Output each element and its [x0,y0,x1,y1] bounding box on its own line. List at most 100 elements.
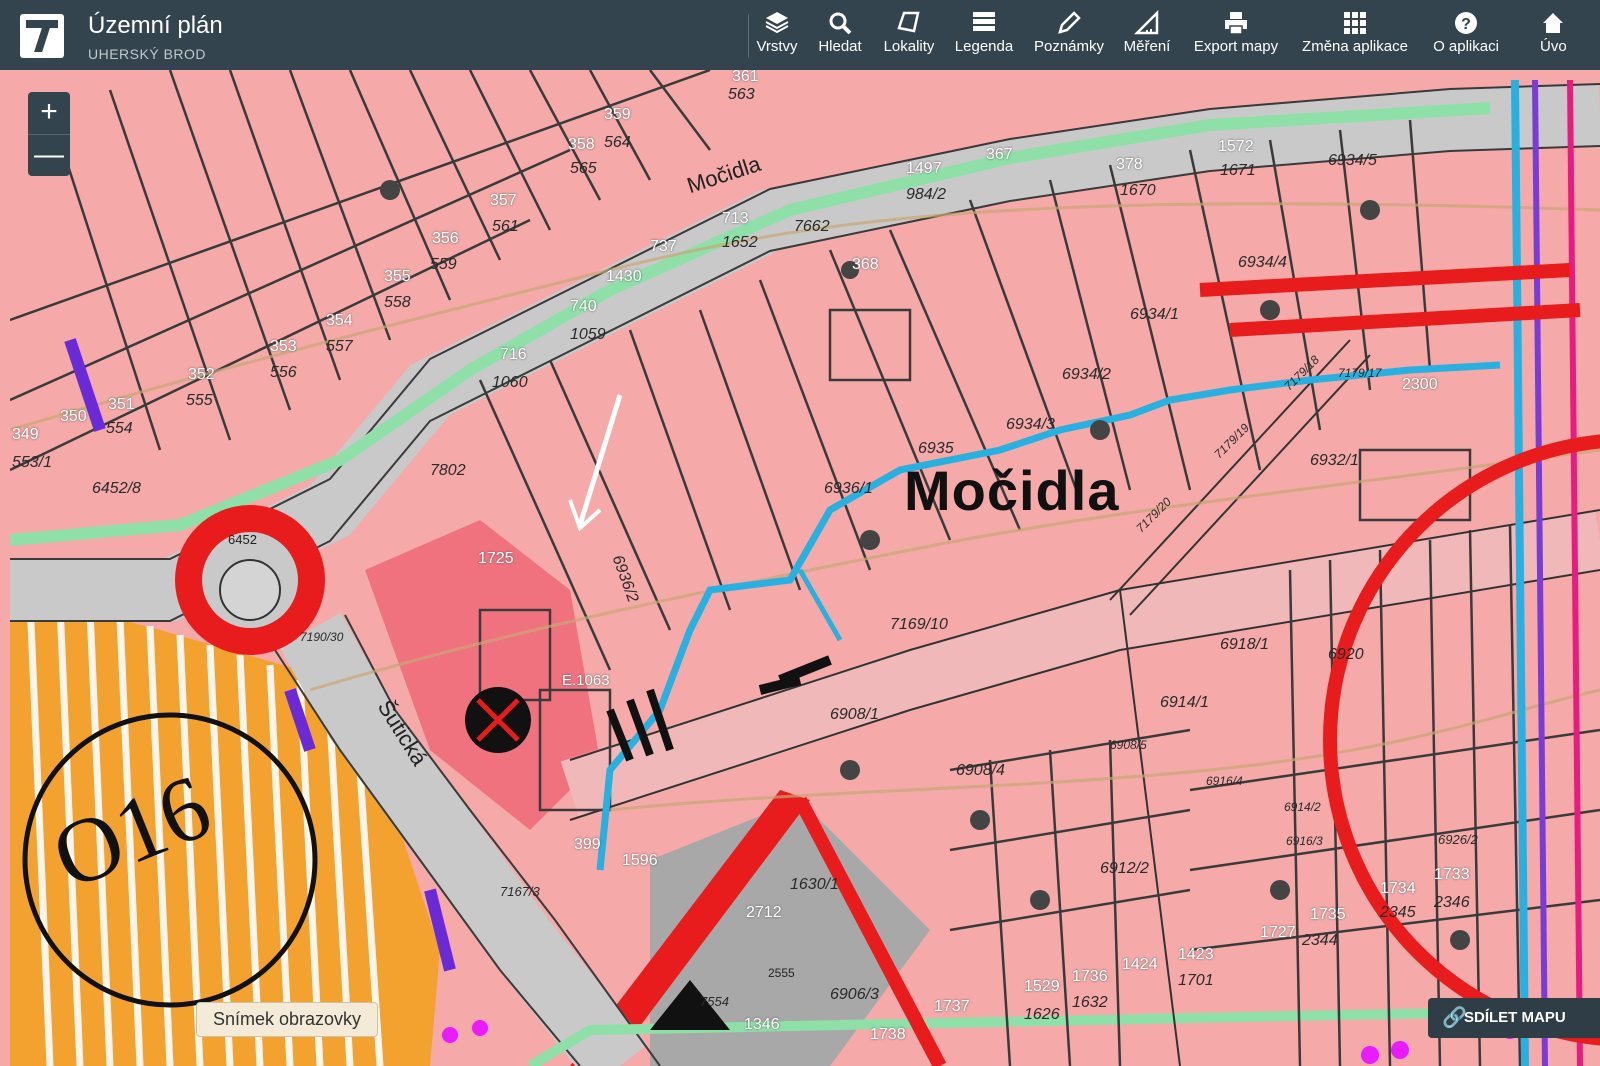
tool-measure-label: Měření [1123,38,1171,55]
parcel-label: 564 [604,134,631,151]
parcel-label: 6934/1 [1130,306,1179,323]
parcel-label: 1060 [492,374,528,391]
parcel-label: 1497 [906,160,942,177]
parcel-label: 6932/1 [1310,452,1359,469]
parcel-label: 353 [270,338,297,355]
parcel-label: 6916/3 [1286,834,1323,848]
parcel-label: 7554 [700,994,729,1009]
tool-layers-label: Vrstvy [756,38,798,55]
parcel-label: 6914/1 [1160,694,1209,711]
tool-layers-button[interactable]: Vrstvy [752,10,802,64]
parcel-label: 1424 [1122,956,1158,973]
parcel-label: E.1063 [562,672,610,689]
zoom-in-button[interactable]: + [28,92,70,134]
parcel-label: 2346 [1434,894,1470,911]
parcel-label: 554 [106,420,133,437]
parcel-label: 1725 [478,550,514,567]
parcel-label: 1735 [1310,906,1346,923]
parcel-label: 6918/1 [1220,636,1269,653]
pencil-icon [1030,10,1108,38]
tool-notes-label: Poznámky [1033,38,1105,55]
parcel-label: 6906/3 [830,986,879,1003]
tool-legend-label: Legenda [954,38,1014,55]
parcel-label: 1737 [934,998,970,1015]
parcel-label: 7179/17 [1338,366,1382,380]
share-map-button[interactable]: 🔗 SDÍLET MAPU [1428,998,1600,1038]
tool-search-button[interactable]: Hledat [814,10,866,64]
parcel-label: 6452 [228,532,257,547]
parcel-label: 557 [326,338,353,355]
parcel-label: 2712 [746,904,782,921]
parcel-label: 1632 [1072,994,1108,1011]
parcel-label: 1734 [1380,880,1416,897]
parcel-label: 399 [574,836,601,853]
tool-notes-button[interactable]: Poznámky [1030,10,1108,64]
parcel-label: 2344 [1302,932,1338,949]
parcel-label: 558 [384,294,411,311]
ruler-icon [1120,9,1174,38]
printer-icon [1188,10,1284,38]
parcel-label: 6934/5 [1328,152,1377,169]
parcel-label: 2555 [768,966,795,980]
app-logo[interactable] [20,14,64,58]
tool-legend-button[interactable]: Legenda [952,10,1016,64]
parcel-label: 1670 [1120,182,1156,199]
parcel-label: 713 [722,210,749,227]
tool-change-app-label: Změna aplikace [1302,38,1408,55]
parcel-label: 6914/2 [1284,800,1321,814]
tool-search-label: Hledat [818,38,862,55]
tool-localities-button[interactable]: Lokality [880,10,938,64]
home-icon [1540,10,1600,38]
tool-change-app-button[interactable]: Změna aplikace [1296,10,1414,64]
app-title: Územní plán [88,12,223,39]
parcel-label: 1727 [1260,924,1296,941]
zoom-out-button[interactable]: — [28,135,70,177]
parcel-label: 555 [186,392,213,409]
parcel-label: 6920 [1328,646,1364,663]
tool-localities-label: Lokality [883,38,935,55]
parcel-label: 350 [60,408,87,425]
parcel-label: 368 [852,256,879,273]
legend-list-icon [952,10,1016,38]
tool-about-label: O aplikaci [1433,38,1499,55]
parcel-label: 6452/8 [92,480,141,497]
parcel-label: 378 [1116,156,1143,173]
grid-icon [1296,10,1414,38]
parcel-label: 553/1 [12,454,53,471]
parcel-label: 1572 [1218,138,1254,155]
parcel-label: 737 [650,238,677,255]
help-icon: ? [1428,10,1504,38]
parcel-label: 561 [492,218,519,235]
parcel-label: 1738 [870,1026,906,1043]
parcel-label: 7169/10 [890,616,948,633]
parcel-label: 7167/3 [500,884,540,899]
app-subtitle: UHERSKÝ BROD [88,46,207,62]
parcel-label: 367 [986,146,1013,163]
parcel-label: 1626 [1024,1006,1060,1023]
toolbar-divider [748,14,749,58]
tool-export-button[interactable]: Export mapy [1188,10,1284,64]
parcel-label: 6912/2 [1100,860,1149,877]
map-canvas[interactable]: 361 563 359 564 358 565 357 561 356 559 … [10,70,1600,1066]
parcel-label: 1736 [1072,968,1108,985]
tool-about-button[interactable]: ? O aplikaci [1428,10,1504,64]
parcel-label: 1701 [1178,972,1214,989]
app-header: Územní plán UHERSKÝ BROD Vrstvy Hledat L… [0,0,1600,70]
parcel-label: 1630/1 [790,876,839,893]
parcel-label: 359 [604,106,631,123]
parcel-label: 1733 [1434,866,1470,883]
parcel-label: 565 [570,160,597,177]
parcel-label: 1596 [622,852,658,869]
parcel-label: 1430 [606,268,642,285]
tool-home-button[interactable]: Úvo [1540,10,1600,64]
parcel-label: 352 [188,366,215,383]
parcel-label: 7802 [430,462,466,479]
parcel-label: 6908/4 [956,762,1005,779]
parcel-label: 6934/2 [1062,366,1111,383]
parcel-label: 349 [12,426,39,443]
share-map-label: SDÍLET MAPU [1464,1009,1566,1026]
tool-measure-button[interactable]: Měření [1120,9,1174,64]
parcel-label: 6934/3 [1006,416,1055,433]
parcel-label: 1529 [1024,978,1060,995]
screenshot-tooltip: Snímek obrazovky [196,1002,379,1037]
